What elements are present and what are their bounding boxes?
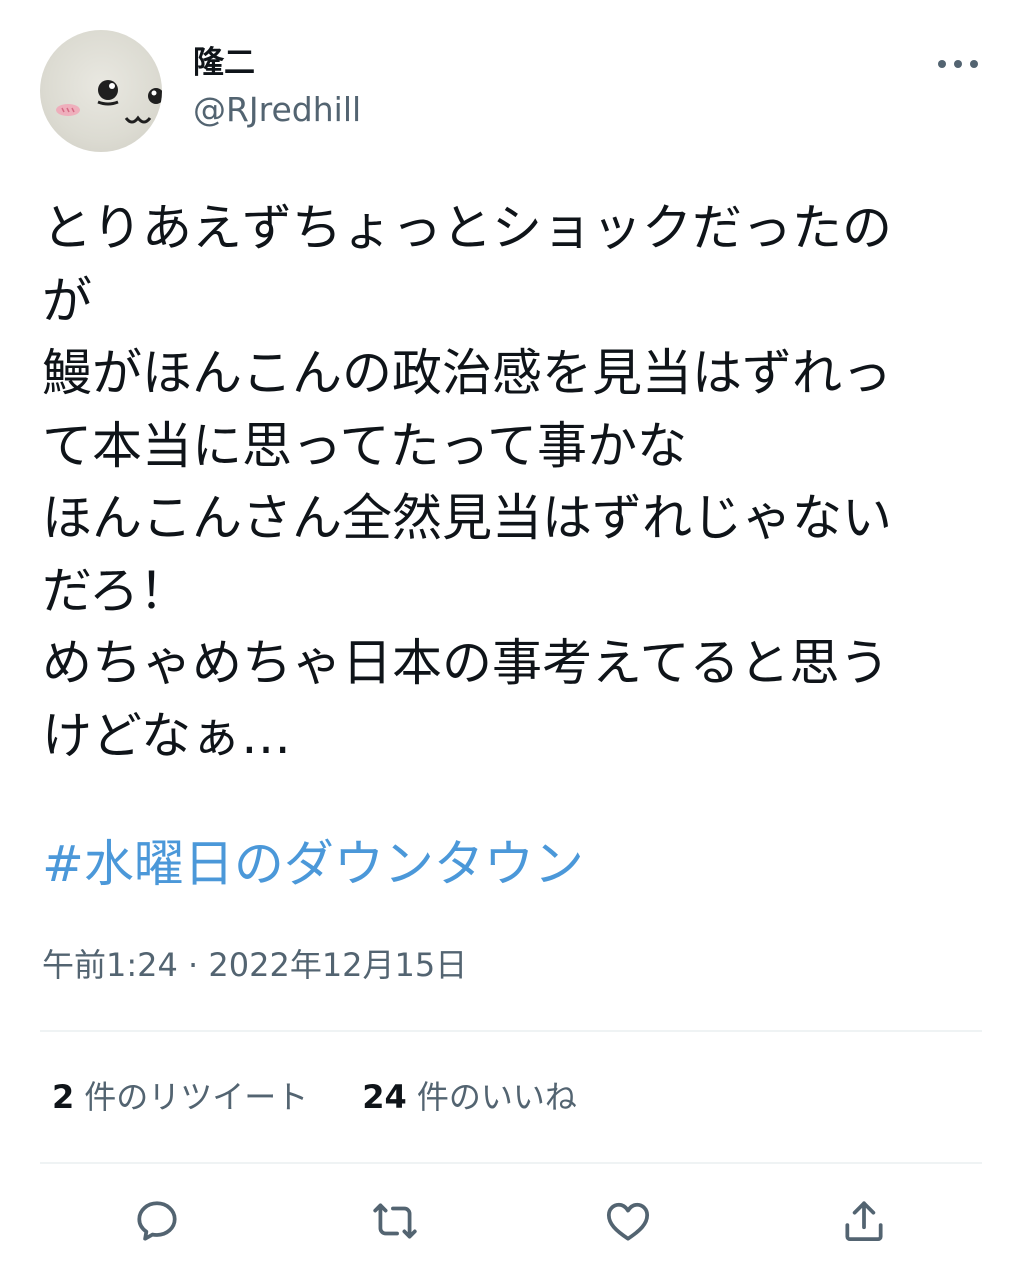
engagement-stats: 2 件のリツイート 24 件のいいね [52, 1075, 577, 1119]
tweet-timestamp[interactable]: 午前1:24 · 2022年12月15日 [42, 943, 467, 987]
tweet-header: 隆二 @RJredhill [40, 30, 984, 154]
more-dot [970, 60, 978, 68]
tweet-text-line: ほんこんさん全然見当はずれじゃない [42, 489, 892, 547]
reply-icon [137, 1201, 177, 1241]
avatar[interactable] [40, 30, 162, 152]
retweet-icon [373, 1203, 417, 1239]
like-count-link[interactable]: 24 件のいいね [362, 1075, 577, 1119]
more-options-button[interactable] [938, 52, 978, 76]
tweet-text: とりあえずちょっとショックだったの が 鰻がほんこんの政治感を見当はずれっ て本… [42, 192, 982, 772]
tweet-text-line: だろ！ [42, 561, 189, 620]
author-handle[interactable]: @RJredhill [193, 90, 361, 130]
heart-icon [606, 1202, 650, 1241]
more-horizontal-icon [938, 60, 946, 68]
tweet-text-line: めちゃめちゃ日本の事考えてると思う [42, 634, 890, 692]
retweet-button[interactable] [360, 1186, 430, 1256]
avatar-face-icon [56, 80, 162, 124]
hashtag-link[interactable]: #水曜日のダウンタウン [42, 828, 584, 900]
tweet-text-line: 鰻がほんこんの政治感を見当はずれっ [42, 344, 892, 402]
author-display-name[interactable]: 隆二 [193, 44, 361, 82]
divider [40, 1162, 982, 1164]
divider [40, 1030, 982, 1032]
share-icon [845, 1201, 883, 1241]
retweet-count-link[interactable]: 2 件のリツイート [52, 1075, 308, 1119]
like-label: 件のいいね [416, 1078, 577, 1116]
more-dot [954, 60, 962, 68]
reply-button[interactable] [122, 1186, 192, 1256]
action-bar [40, 1186, 984, 1256]
retweet-count: 2 [52, 1078, 75, 1116]
retweet-label: 件のリツイート [84, 1078, 309, 1116]
tweet-text-line: て本当に思ってたって事かな [42, 416, 687, 475]
tweet-detail: 隆二 @RJredhill とりあえずちょっとショックだったの が 鰻がほんこん… [0, 0, 1024, 1277]
tweet-text-line: とりあえずちょっとショックだったの [42, 199, 892, 257]
tweet-text-line: が [42, 271, 92, 330]
like-count: 24 [362, 1078, 407, 1116]
tweet-text-line: けどなぁ… [42, 706, 291, 765]
author-names: 隆二 @RJredhill [193, 44, 361, 130]
like-button[interactable] [593, 1186, 663, 1256]
share-button[interactable] [829, 1186, 899, 1256]
